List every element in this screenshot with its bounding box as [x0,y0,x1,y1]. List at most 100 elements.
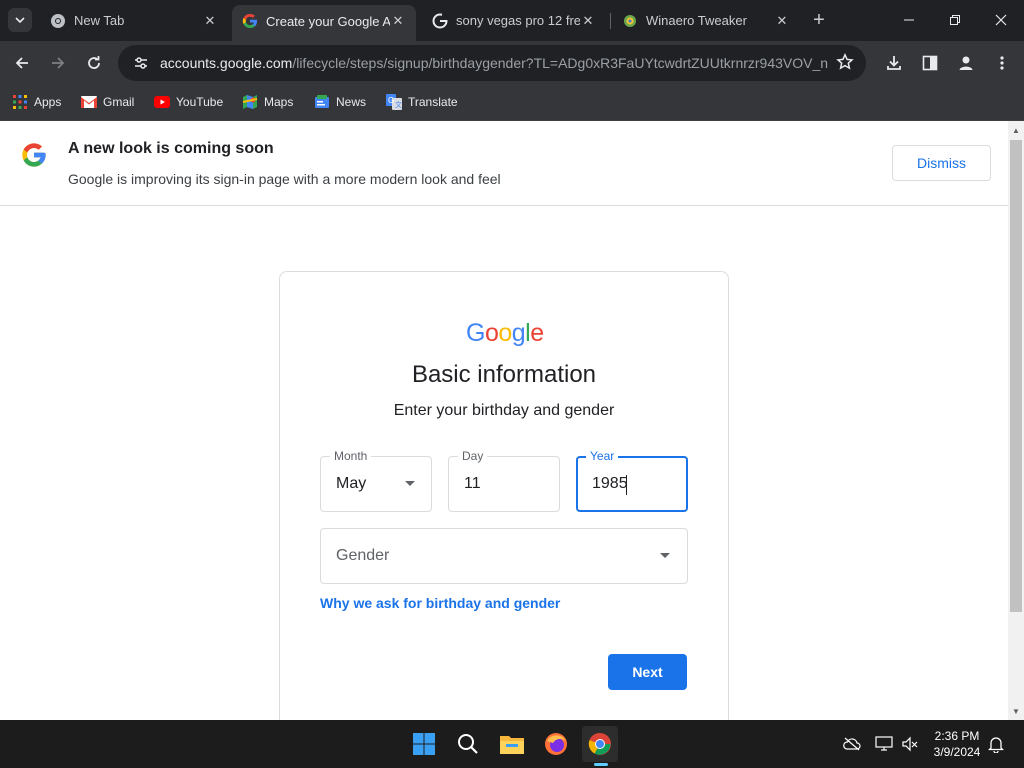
new-tab-button[interactable]: + [808,8,830,32]
start-button[interactable] [406,726,442,762]
download-icon [887,56,901,70]
side-panel-button[interactable] [918,51,942,75]
new-look-banner: A new look is coming soon Google is impr… [0,121,1008,206]
search-button[interactable] [450,726,486,762]
volume-muted-icon[interactable] [900,734,920,754]
network-icon[interactable] [874,734,894,754]
browser-toolbar: accounts.google.com/lifecycle/steps/sign… [0,41,1024,85]
reload-icon [88,56,100,69]
firefox-button[interactable] [538,726,574,762]
arrow-left-icon [15,57,28,69]
apps-grid-icon [12,94,28,110]
chevron-down-icon [15,17,25,24]
next-button[interactable]: Next [608,654,687,690]
bookmark-gmail[interactable]: Gmail [81,91,134,113]
page-subtitle: Enter your birthday and gender [393,402,615,419]
site-settings-icon[interactable] [122,55,160,71]
url-host: accounts.google.com [160,55,293,71]
onedrive-offline-icon[interactable] [842,734,862,754]
profile-button[interactable] [954,51,978,75]
tab-create-google-account[interactable]: Create your Google Ac ✕ [232,5,416,41]
close-tab-icon[interactable]: ✕ [202,13,218,29]
reload-button[interactable] [80,49,108,77]
page-title: Basic information [411,361,597,388]
close-tab-icon[interactable]: ✕ [390,13,406,29]
gender-placeholder: Gender [336,547,390,564]
arrow-right-icon [52,57,65,69]
tab-new-tab[interactable]: New Tab ✕ [40,6,228,35]
firefox-icon [545,733,567,755]
clock-date: 3/9/2024 [933,745,981,759]
close-tab-icon[interactable]: ✕ [774,13,790,29]
news-icon [314,94,330,110]
google-icon [432,13,448,28]
year-value: 1985 [592,475,628,492]
forward-button[interactable] [44,49,72,77]
year-field[interactable]: Year 1985 [576,449,688,512]
tab-separator [610,13,611,29]
bookmark-label: Apps [34,95,62,109]
maps-icon [242,94,258,110]
bookmark-youtube[interactable]: YouTube [154,91,223,113]
tab-search-button[interactable] [8,8,32,32]
text-cursor-icon [626,475,627,495]
folder-icon [500,736,524,754]
scroll-up-arrow-icon[interactable]: ▲ [1010,124,1022,136]
tab-title: Create your Google Ac [266,13,390,29]
minimize-button[interactable] [886,0,932,40]
winaero-icon [624,14,636,27]
windows-taskbar: 2:36 PM 3/9/2024 [0,720,1024,768]
dismiss-button[interactable]: Dismiss [892,145,991,181]
active-app-indicator [594,763,608,766]
month-select[interactable]: Month May [320,449,432,512]
file-explorer-button[interactable] [494,726,530,762]
profile-icon [959,56,973,70]
bookmark-maps[interactable]: Maps [242,91,293,113]
plus-icon: + [813,8,825,31]
google-icon [242,14,257,28]
restore-icon [950,15,960,25]
google-wordmark: Google [466,319,544,347]
url-text[interactable]: accounts.google.com/lifecycle/steps/sign… [160,55,828,71]
bookmark-label: YouTube [176,95,224,109]
chrome-taskbar-button[interactable] [582,726,618,762]
downloads-button[interactable] [882,51,906,75]
address-bar[interactable]: accounts.google.com/lifecycle/steps/sign… [118,45,866,81]
tab-winaero-tweaker[interactable]: Winaero Tweaker ✕ [612,6,800,35]
bell-icon [988,737,1004,753]
why-birthday-gender-link[interactable]: Why we ask for birthday and gender [320,595,560,611]
gender-select[interactable]: Gender [320,528,688,584]
tab-sony-vegas-search[interactable]: sony vegas pro 12 free ✕ [422,6,606,35]
notifications-button[interactable] [986,734,1006,754]
windows-logo-icon [413,733,435,755]
bookmark-news[interactable]: News [314,91,366,113]
bookmark-translate[interactable]: G文 Translate [386,91,458,113]
bookmark-star-icon[interactable] [836,52,854,76]
translate-icon: G文 [386,94,402,110]
back-button[interactable] [8,49,36,77]
search-icon [458,734,478,754]
chrome-menu-button[interactable] [990,51,1014,75]
chrome-icon [588,732,611,755]
restore-button[interactable] [932,0,978,40]
year-label: Year [586,449,619,463]
close-icon [995,14,1007,26]
youtube-icon [154,94,170,110]
bookmark-label: News [336,95,367,109]
web-page: A new look is coming soon Google is impr… [0,121,1008,720]
tab-title: sony vegas pro 12 free [456,13,580,28]
clock-time: 2:36 PM [934,729,980,743]
bookmark-apps[interactable]: Apps [12,91,61,113]
bookmarks-bar: Apps Gmail YouTube Maps News G文 Translat… [0,85,1024,121]
google-logo-icon [22,143,46,167]
scroll-down-arrow-icon[interactable]: ▼ [1010,705,1022,717]
system-clock[interactable]: 2:36 PM 3/9/2024 [926,728,988,760]
day-field[interactable]: Day 11 [448,449,560,512]
minimize-icon [904,19,914,21]
close-window-button[interactable] [978,0,1024,40]
bookmark-label: Translate [408,95,458,109]
month-value: May [336,475,367,492]
close-tab-icon[interactable]: ✕ [580,13,596,29]
scrollbar-thumb[interactable] [1010,140,1022,612]
banner-title: A new look is coming soon [68,140,274,157]
